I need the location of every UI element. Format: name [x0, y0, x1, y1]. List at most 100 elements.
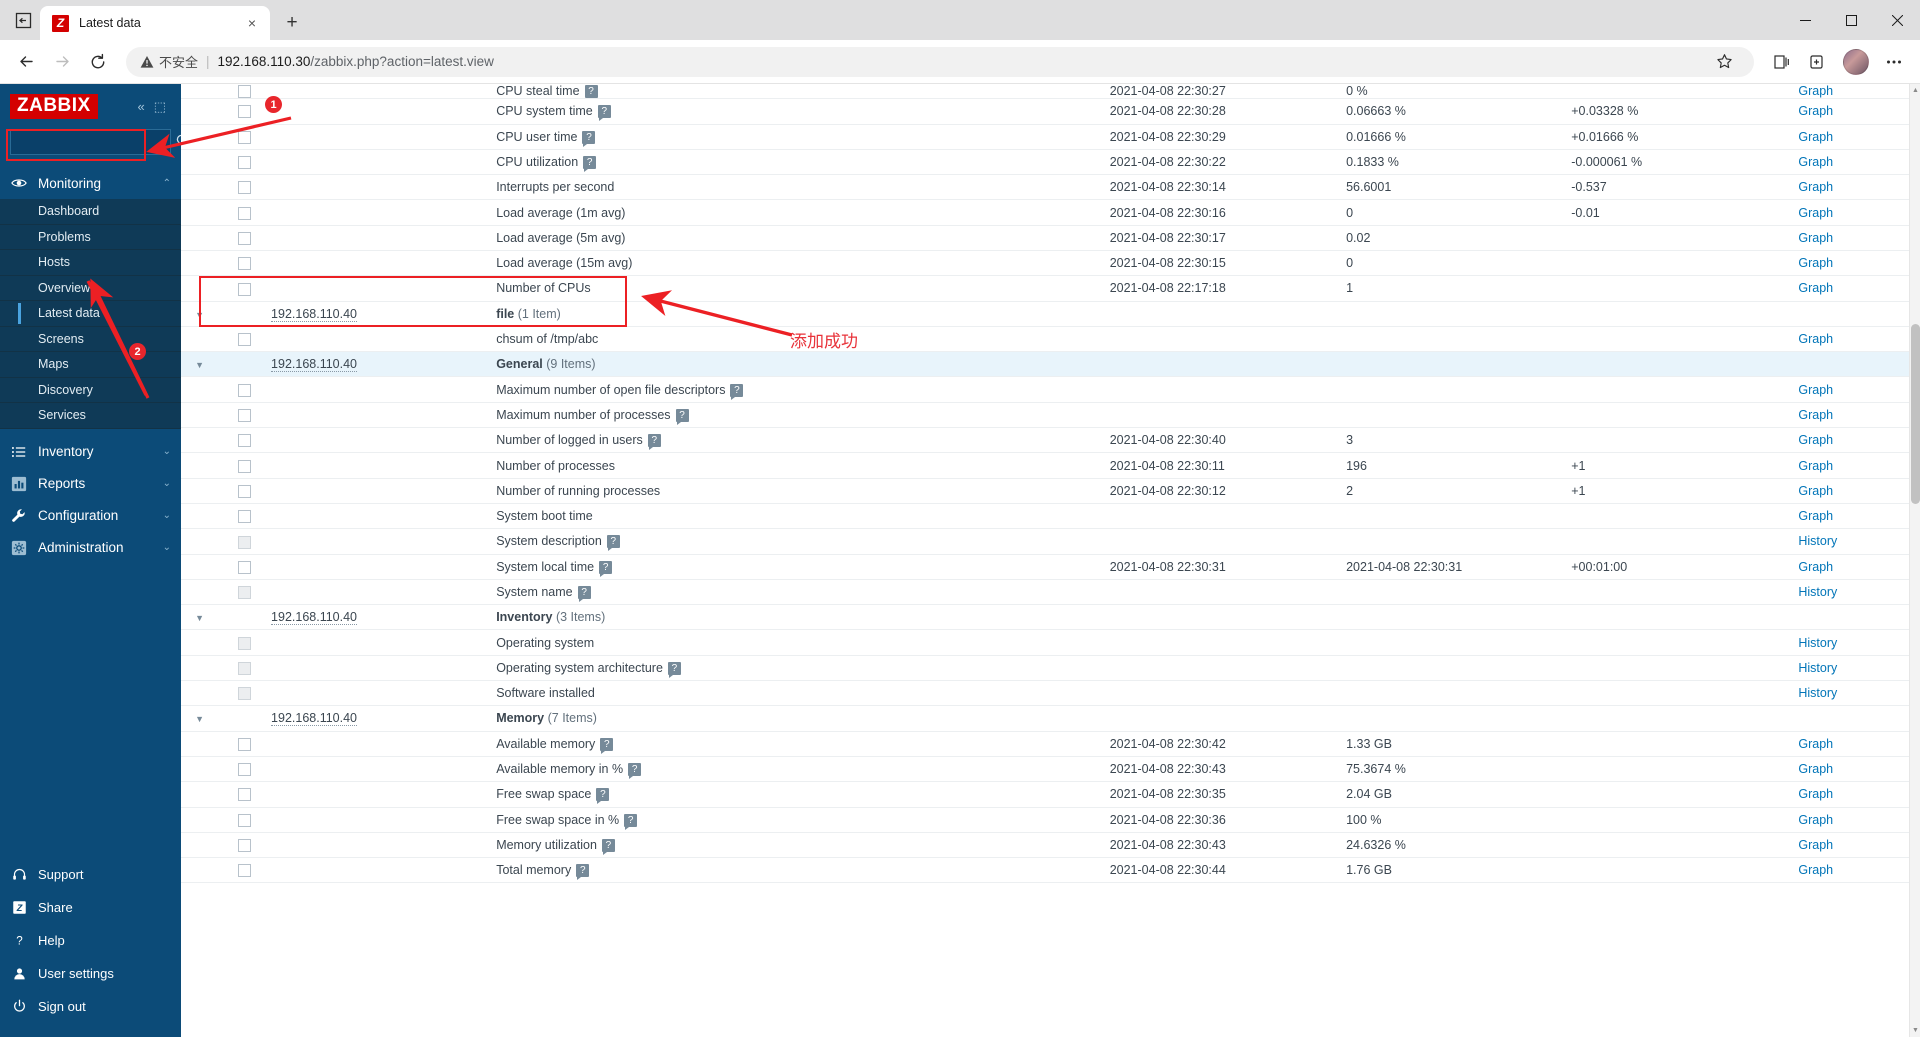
row-checkbox-cell[interactable] [218, 857, 272, 884]
minimize-window-button[interactable] [1782, 0, 1828, 40]
row-checkbox-cell[interactable] [218, 225, 272, 251]
row-checkbox-cell[interactable] [218, 655, 272, 682]
triangle-down-icon[interactable]: ▼ [195, 360, 204, 370]
info-help-icon[interactable]: ? [584, 85, 598, 98]
info-help-icon[interactable]: ? [577, 585, 591, 602]
row-checkbox-cell[interactable] [218, 402, 272, 429]
info-help-icon[interactable]: ? [628, 763, 642, 780]
not-secure-indicator[interactable]: 不安全 [140, 52, 198, 71]
sidebar-item-sign-out[interactable]: Sign out [0, 990, 181, 1023]
graph-link[interactable]: Graph [1798, 231, 1833, 245]
forward-icon[interactable] [46, 46, 78, 78]
graph-link[interactable]: Graph [1798, 560, 1833, 574]
row-checkbox[interactable] [238, 636, 252, 650]
sidebar-item-help[interactable]: ? Help [0, 924, 181, 957]
scroll-up-arrow-icon[interactable]: ▲ [1910, 84, 1920, 97]
row-checkbox[interactable] [238, 459, 252, 473]
info-help-icon[interactable]: ? [606, 535, 620, 552]
profile-avatar[interactable] [1843, 48, 1869, 75]
browser-essentials-icon[interactable] [1802, 46, 1834, 78]
row-checkbox-cell[interactable] [218, 832, 272, 859]
group-toggle-cell[interactable]: ▼ [181, 301, 219, 327]
sidebar-section-configuration[interactable]: Configuration ⌄ [0, 500, 181, 532]
row-checkbox-cell[interactable] [218, 84, 272, 100]
row-checkbox[interactable] [238, 839, 252, 853]
graph-link[interactable]: Graph [1798, 762, 1833, 776]
collections-icon[interactable] [1766, 46, 1798, 78]
info-help-icon[interactable]: ? [730, 383, 744, 400]
row-checkbox[interactable] [238, 484, 252, 498]
row-checkbox[interactable] [238, 231, 252, 245]
triangle-down-icon[interactable]: ▼ [195, 714, 204, 724]
row-checkbox[interactable] [238, 409, 252, 423]
settings-more-icon[interactable] [1878, 46, 1910, 78]
sidebar-section-administration[interactable]: Administration ⌄ [0, 532, 181, 564]
chevron-up-icon[interactable]: ⌃ [163, 178, 171, 189]
graph-link[interactable]: Graph [1798, 383, 1833, 397]
group-toggle-cell[interactable]: ▼ [181, 351, 219, 378]
graph-link[interactable]: Graph [1798, 155, 1833, 169]
info-help-icon[interactable]: ? [600, 737, 614, 754]
sidebar-item-overview[interactable]: Overview [0, 275, 181, 301]
graph-link[interactable]: Graph [1798, 433, 1833, 447]
sidebar-item-dashboard[interactable]: Dashboard [0, 199, 181, 225]
info-help-icon[interactable]: ? [601, 838, 615, 855]
graph-link[interactable]: Graph [1798, 332, 1833, 346]
row-checkbox[interactable] [238, 85, 252, 98]
row-checkbox-cell[interactable] [218, 629, 272, 656]
row-checkbox[interactable] [238, 206, 252, 220]
row-checkbox[interactable] [238, 586, 252, 600]
sidebar-item-discovery[interactable]: Discovery [0, 377, 181, 403]
row-checkbox[interactable] [238, 864, 252, 878]
row-checkbox-cell[interactable] [218, 503, 272, 530]
row-checkbox[interactable] [238, 687, 252, 701]
row-checkbox[interactable] [238, 130, 252, 144]
row-checkbox[interactable] [238, 181, 252, 195]
info-help-icon[interactable]: ? [599, 560, 613, 577]
row-checkbox[interactable] [238, 788, 252, 802]
graph-link[interactable]: Graph [1798, 813, 1833, 827]
info-help-icon[interactable]: ? [667, 661, 681, 678]
chevron-down-icon[interactable]: ⌄ [163, 478, 171, 489]
graph-link[interactable]: Graph [1798, 484, 1833, 498]
favorite-star-icon[interactable] [1708, 46, 1740, 78]
close-tab-icon[interactable]: × [242, 13, 262, 33]
row-checkbox[interactable] [238, 737, 252, 751]
row-checkbox-cell[interactable] [218, 528, 272, 555]
info-help-icon[interactable]: ? [582, 130, 596, 147]
row-checkbox[interactable] [238, 560, 252, 574]
row-checkbox[interactable] [238, 434, 252, 448]
row-checkbox-cell[interactable] [218, 149, 272, 176]
sidebar-item-screens[interactable]: Screens [0, 326, 181, 352]
graph-link[interactable]: Graph [1798, 737, 1833, 751]
search-input[interactable] [17, 134, 176, 150]
row-checkbox-cell[interactable] [218, 452, 272, 479]
row-checkbox[interactable] [238, 383, 252, 397]
graph-link[interactable]: Graph [1798, 509, 1833, 523]
scrollbar-thumb[interactable] [1911, 324, 1920, 504]
history-link[interactable]: History [1798, 534, 1837, 548]
search-box[interactable] [10, 129, 189, 155]
sidebar-section-inventory[interactable]: Inventory ⌄ [0, 436, 181, 468]
history-link[interactable]: History [1798, 585, 1837, 599]
scroll-down-arrow-icon[interactable]: ▼ [1910, 1024, 1920, 1037]
row-checkbox-cell[interactable] [218, 275, 272, 302]
group-toggle-cell[interactable]: ▼ [181, 604, 219, 631]
row-checkbox[interactable] [238, 282, 252, 296]
back-icon[interactable] [10, 46, 42, 78]
row-checkbox[interactable] [238, 535, 252, 549]
graph-link[interactable]: Graph [1798, 180, 1833, 194]
triangle-down-icon[interactable]: ▼ [195, 310, 204, 320]
address-bar[interactable]: 不安全 | 192.168.110.30/zabbix.php?action=l… [126, 46, 1754, 78]
row-checkbox-cell[interactable] [218, 731, 272, 757]
row-checkbox-cell[interactable] [218, 199, 272, 226]
sidebar-section-reports[interactable]: Reports ⌄ [0, 468, 181, 500]
new-tab-button[interactable]: + [278, 9, 306, 37]
row-checkbox[interactable] [238, 510, 252, 524]
row-checkbox[interactable] [238, 105, 252, 119]
history-link[interactable]: History [1798, 636, 1837, 650]
row-checkbox[interactable] [238, 156, 252, 170]
group-toggle-cell[interactable]: ▼ [181, 705, 219, 732]
history-link[interactable]: History [1798, 686, 1837, 700]
row-checkbox-cell[interactable] [218, 250, 272, 277]
